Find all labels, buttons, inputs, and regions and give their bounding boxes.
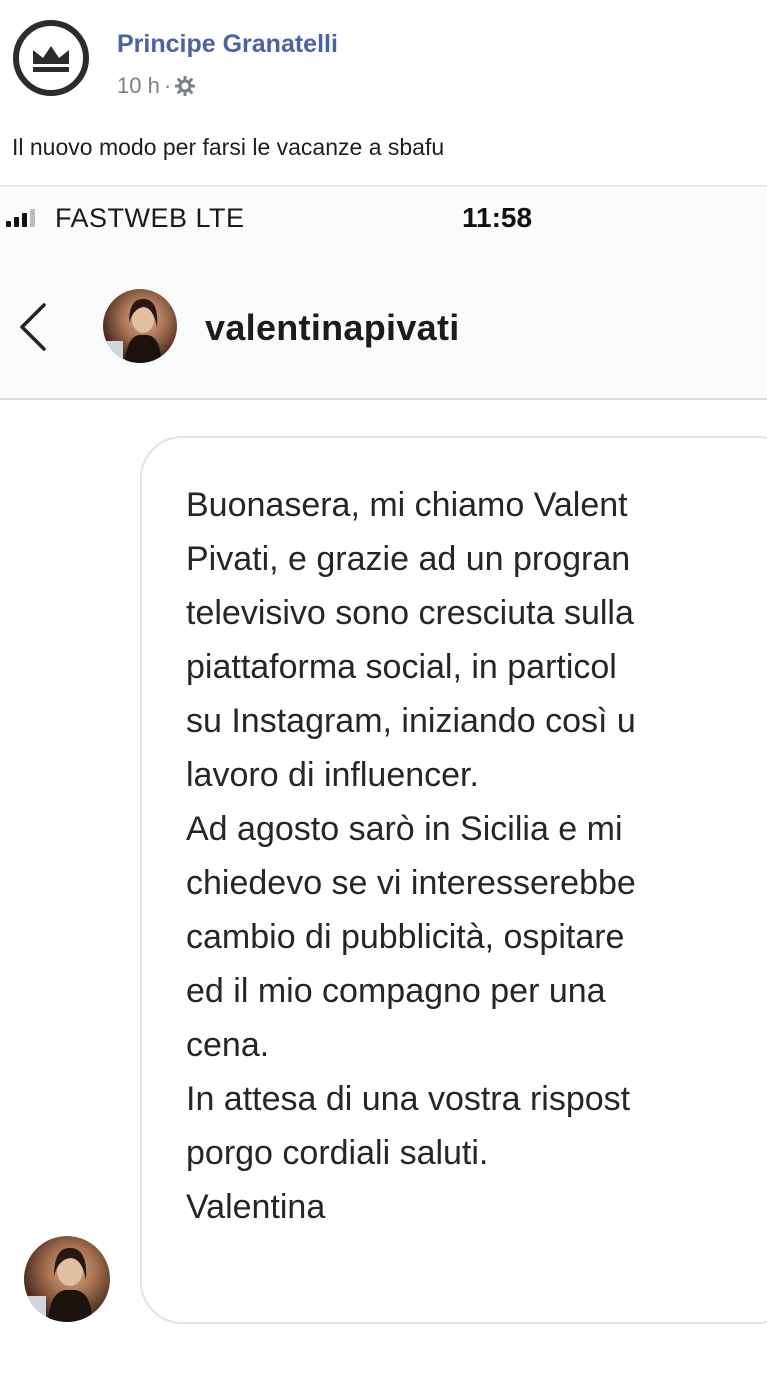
phone-screenshot: FASTWEB LTE 11:58 valentinapivati Buonas… <box>0 185 767 1384</box>
status-bar: FASTWEB LTE 11:58 <box>0 187 767 255</box>
message-text: Buonasera, mi chiamo Valent Pivati, e gr… <box>186 478 767 1234</box>
sender-avatar[interactable] <box>24 1236 110 1322</box>
chat-area: Buonasera, mi chiamo Valent Pivati, e gr… <box>0 400 767 1384</box>
page-name-link[interactable]: Principe Granatelli <box>117 30 338 59</box>
back-button[interactable] <box>14 297 54 357</box>
status-clock: 11:58 <box>462 202 533 233</box>
message-line: Ad agosto sarò in Sicilia e mi <box>186 810 623 848</box>
message-line: cambio di pubblicità, ospitare <box>186 918 625 956</box>
message-line: ed il mio compagno per una <box>186 972 606 1010</box>
message-line: Valentina <box>186 1188 326 1226</box>
post-header: Principe Granatelli 10 h · Il nuovo modo… <box>0 0 767 185</box>
message-line: porgo cordiali saluti. <box>186 1134 489 1172</box>
page-avatar[interactable] <box>13 20 89 96</box>
chat-header: valentinapivati <box>0 255 767 400</box>
message-line: televisivo sono cresciuta sulla <box>186 594 634 632</box>
chevron-left-icon <box>20 303 46 351</box>
post-timestamp[interactable]: 10 h <box>117 73 160 99</box>
message-line: In attesa di una vostra rispost <box>186 1080 631 1118</box>
message-line: piattaforma social, in particol <box>186 648 617 686</box>
post-caption: Il nuovo modo per farsi le vacanze a sba… <box>12 134 445 160</box>
message-line: su Instagram, iniziando così u <box>186 702 636 740</box>
carrier-label: FASTWEB LTE <box>55 203 245 233</box>
message-line: Pivati, e grazie ad un progran <box>186 540 631 578</box>
post-meta: 10 h · <box>117 73 196 99</box>
meta-separator: · <box>163 73 172 98</box>
message-line: lavoro di influencer. <box>186 756 479 794</box>
gear-icon <box>175 76 196 96</box>
message-line: cena. <box>186 1026 270 1064</box>
signal-strength-icon <box>6 209 35 227</box>
contact-name[interactable]: valentinapivati <box>205 307 460 349</box>
message-bubble[interactable]: Buonasera, mi chiamo Valent Pivati, e gr… <box>140 436 767 1324</box>
message-line: chiedevo se vi interesserebbe <box>186 864 636 902</box>
crown-icon <box>33 46 69 72</box>
contact-avatar[interactable] <box>103 289 177 363</box>
message-line: Buonasera, mi chiamo Valent <box>186 486 628 524</box>
